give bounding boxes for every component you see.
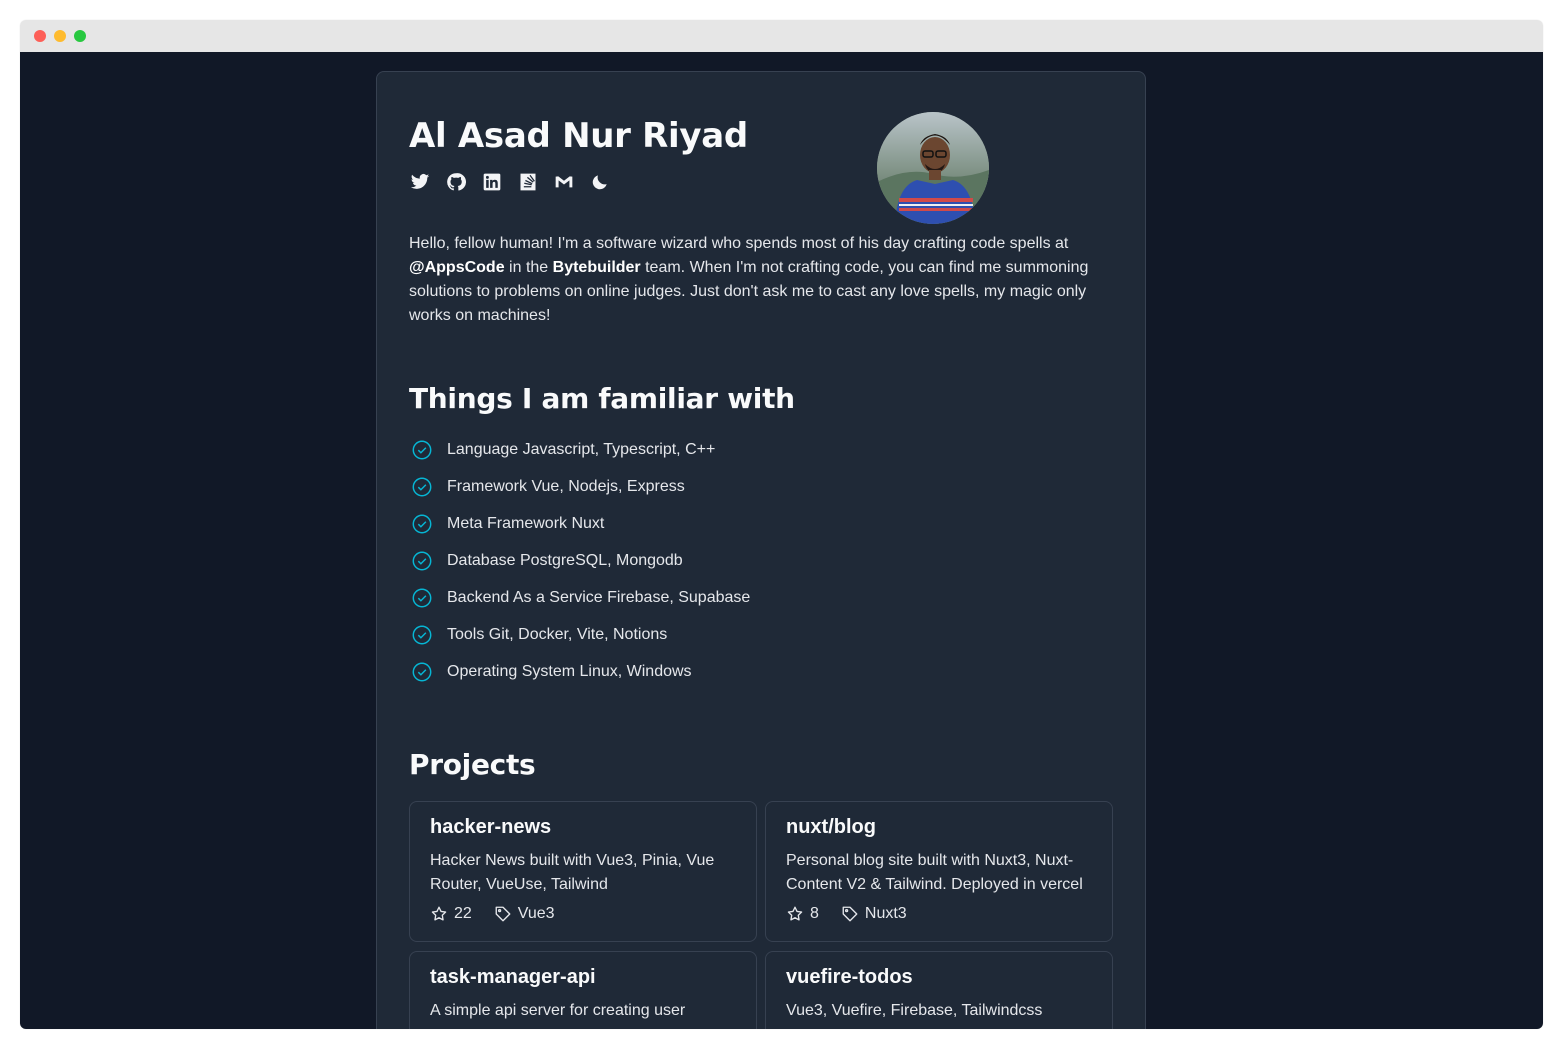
skill-label: Backend As a Service Firebase, Supabase <box>447 588 751 606</box>
title-bar <box>20 20 1543 52</box>
check-circle-icon <box>412 551 432 570</box>
skills-list: Language Javascript, Typescript, C++ Fra… <box>409 431 1113 690</box>
skill-item: Backend As a Service Firebase, Supabase <box>409 579 1113 616</box>
maximize-window-button[interactable] <box>74 30 86 42</box>
stars-count: 8 <box>810 905 819 922</box>
tag-icon <box>842 906 858 922</box>
skill-label: Framework Vue, Nodejs, Express <box>447 477 685 495</box>
check-circle-icon <box>412 477 432 496</box>
check-circle-icon <box>412 514 432 533</box>
skill-item: Framework Vue, Nodejs, Express <box>409 468 1113 505</box>
project-name: vuefire-todos <box>786 966 913 988</box>
check-circle-icon <box>412 588 432 607</box>
check-circle-icon <box>412 625 432 644</box>
skill-label: Meta Framework Nuxt <box>447 514 605 532</box>
dark-mode-toggle[interactable] <box>589 171 611 193</box>
skill-label: Tools Git, Docker, Vite, Notions <box>447 625 668 643</box>
profile-card: Al Asad Nur Riyad Hello, fellow human! I… <box>376 71 1146 1029</box>
project-card-task-manager-api[interactable]: task-manager-api A simple api server for… <box>409 951 757 1029</box>
star-icon <box>431 906 447 921</box>
skill-label: Database PostgreSQL, Mongodb <box>447 551 683 569</box>
company-name: @AppsCode <box>409 259 505 276</box>
project-name: task-manager-api <box>430 966 596 988</box>
project-name: hacker-news <box>430 816 552 838</box>
bio-connector: in the <box>504 259 553 276</box>
project-description: A simple api server for creating user <box>430 1002 686 1019</box>
avatar <box>877 112 989 224</box>
minimize-window-button[interactable] <box>54 30 66 42</box>
tag-label: Nuxt3 <box>864 905 907 922</box>
skill-item: Operating System Linux, Windows <box>409 653 1113 690</box>
twitter-icon[interactable] <box>409 171 431 193</box>
project-card-hacker-news[interactable]: hacker-news Hacker News built with Vue3,… <box>409 801 757 942</box>
project-card-nuxt-blog[interactable]: nuxt/blog Personal blog site built with … <box>765 801 1113 942</box>
check-circle-icon <box>412 662 432 681</box>
project-stars: 22 <box>430 905 472 923</box>
stars-count: 22 <box>454 905 472 922</box>
close-window-button[interactable] <box>34 30 46 42</box>
star-icon <box>787 906 803 921</box>
projects-heading: Projects <box>409 748 536 781</box>
project-meta: 22 Vue3 <box>430 905 736 923</box>
stackoverflow-icon[interactable] <box>517 171 539 193</box>
linkedin-icon[interactable] <box>481 171 503 193</box>
skill-item: Meta Framework Nuxt <box>409 505 1113 542</box>
project-description: Vue3, Vuefire, Firebase, Tailwindcss <box>786 1002 1043 1019</box>
profile-name: Al Asad Nur Riyad <box>409 116 748 156</box>
tag-label: Vue3 <box>517 905 555 922</box>
project-card-vuefire-todos[interactable]: vuefire-todos Vue3, Vuefire, Firebase, T… <box>765 951 1113 1029</box>
tag-icon <box>495 906 511 922</box>
project-tag: Vue3 <box>494 905 555 923</box>
skill-item: Tools Git, Docker, Vite, Notions <box>409 616 1113 653</box>
project-stars: 8 <box>786 905 819 923</box>
project-description: Personal blog site built with Nuxt3, Nux… <box>786 852 1083 893</box>
profile-header: Al Asad Nur Riyad <box>409 104 1113 224</box>
projects-grid: hacker-news Hacker News built with Vue3,… <box>409 801 1113 1029</box>
project-description: Hacker News built with Vue3, Pinia, Vue … <box>430 852 715 893</box>
skills-heading: Things I am familiar with <box>409 382 795 415</box>
browser-window: Al Asad Nur Riyad Hello, fellow human! I… <box>20 20 1543 1029</box>
bio-intro: Hello, fellow human! I'm a software wiza… <box>409 235 1069 252</box>
moon-icon <box>592 175 607 190</box>
check-circle-icon <box>412 440 432 459</box>
bio-text: Hello, fellow human! I'm a software wiza… <box>409 232 1109 328</box>
skill-label: Operating System Linux, Windows <box>447 662 692 680</box>
project-tag: Nuxt3 <box>841 905 907 923</box>
skill-label: Language Javascript, Typescript, C++ <box>447 440 716 458</box>
project-name: nuxt/blog <box>786 816 876 838</box>
project-meta: 8 Nuxt3 <box>786 905 1092 923</box>
skill-item: Database PostgreSQL, Mongodb <box>409 542 1113 579</box>
social-links <box>409 171 1113 193</box>
page-viewport: Al Asad Nur Riyad Hello, fellow human! I… <box>20 52 1543 1029</box>
gmail-icon[interactable] <box>553 171 575 193</box>
skill-item: Language Javascript, Typescript, C++ <box>409 431 1113 468</box>
github-icon[interactable] <box>445 171 467 193</box>
team-name: Bytebuilder <box>552 259 641 276</box>
